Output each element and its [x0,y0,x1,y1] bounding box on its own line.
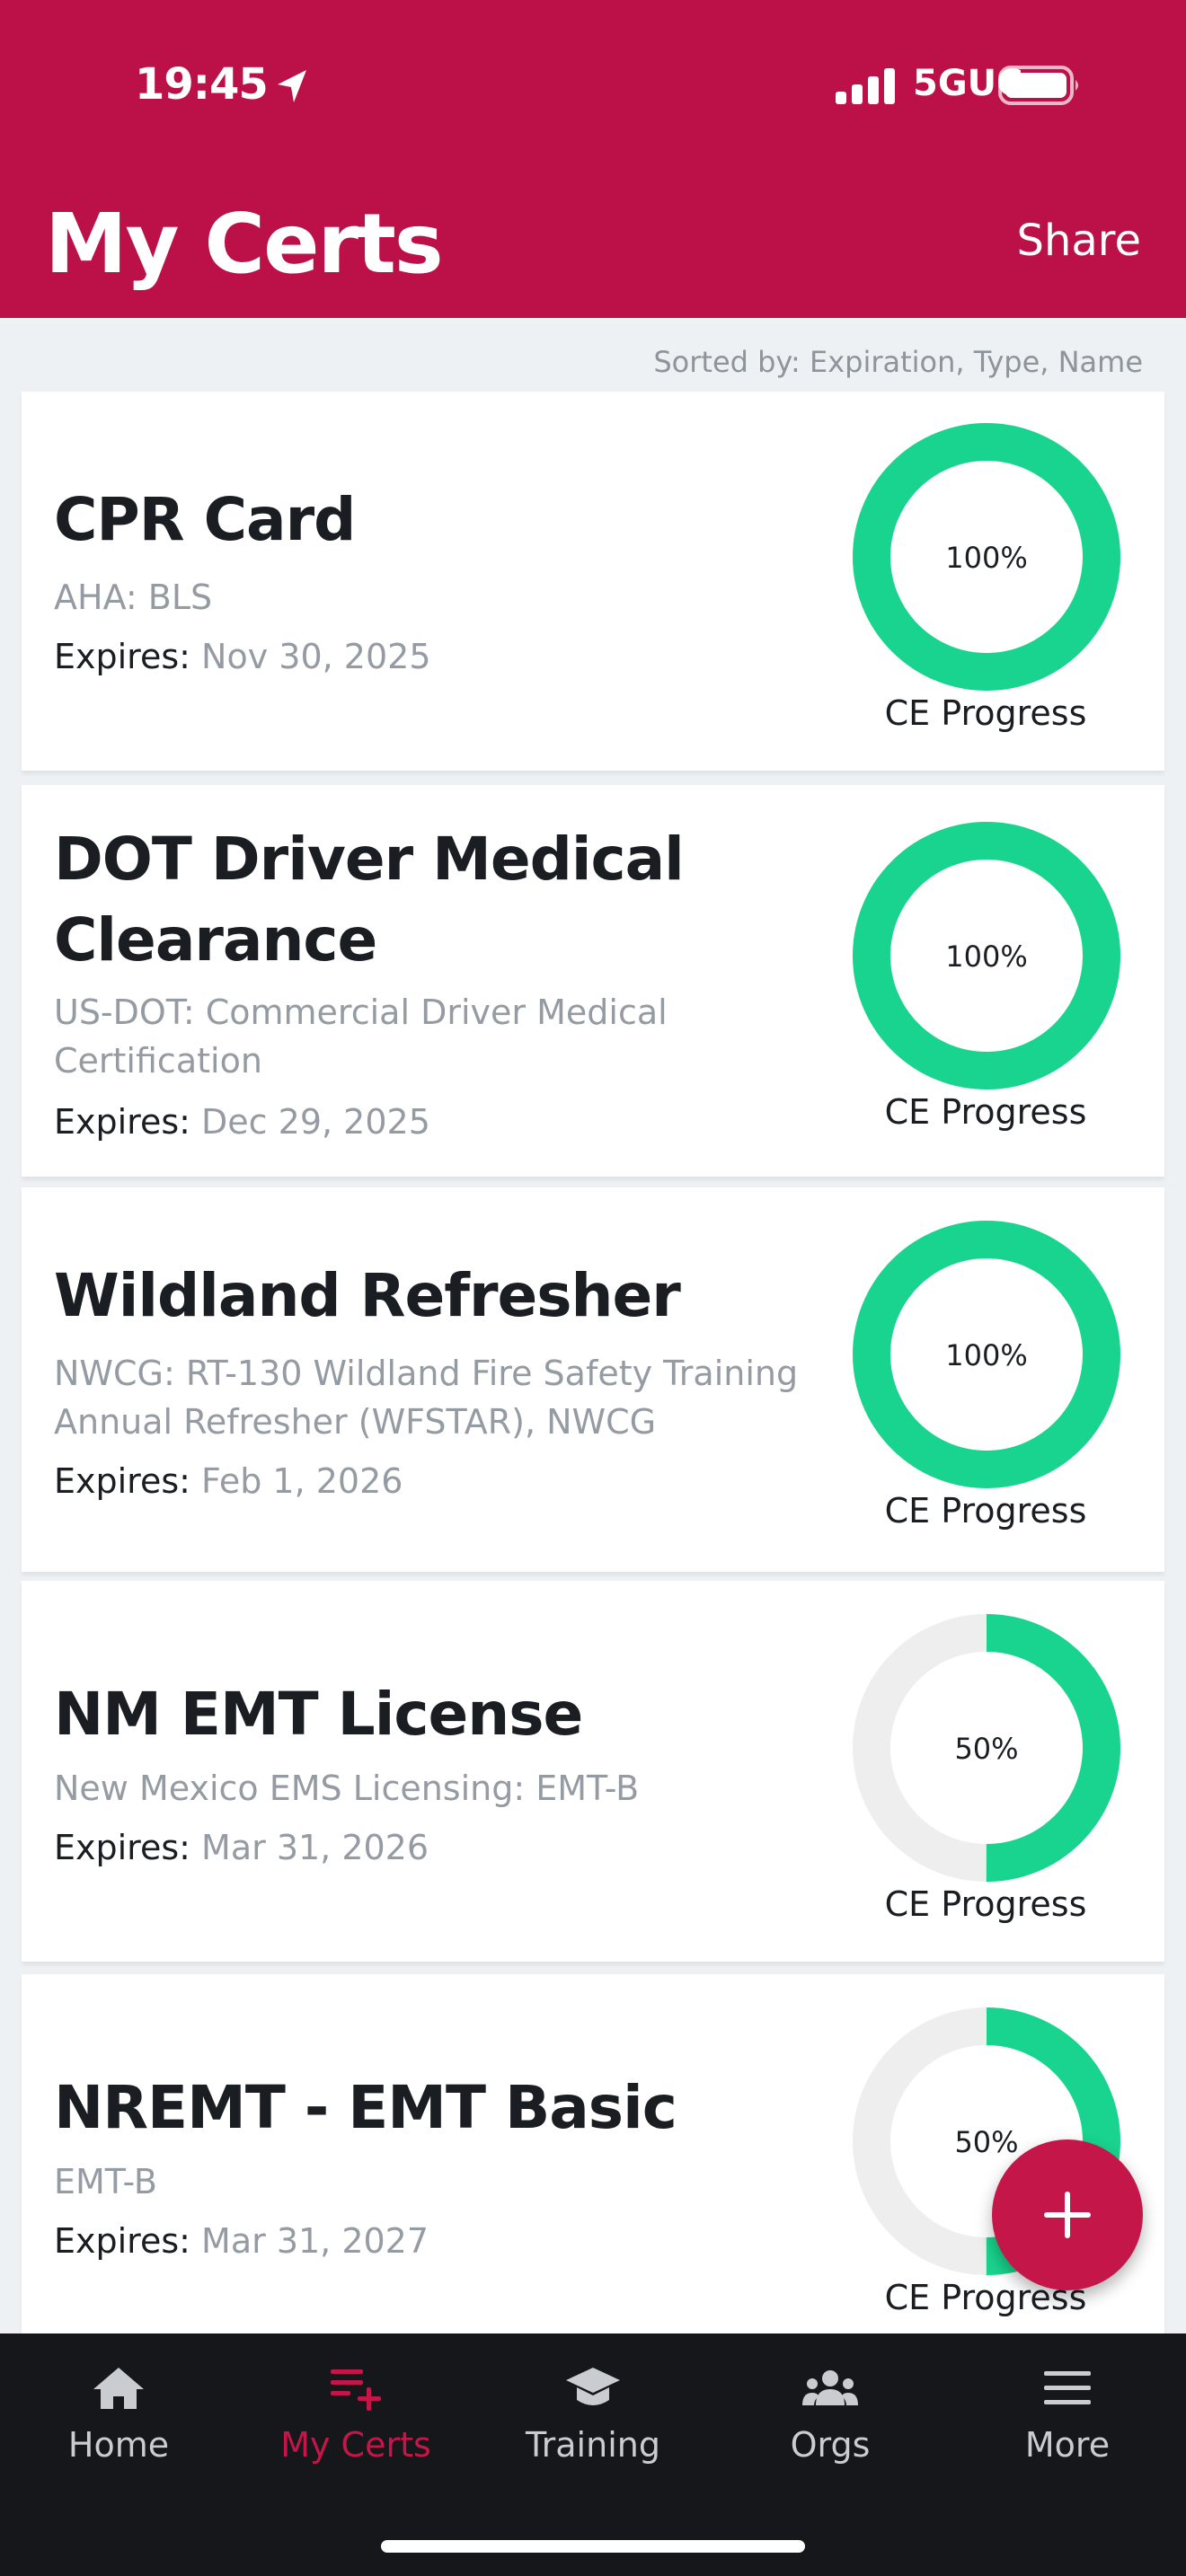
cert-expiry: Expires: Mar 31, 2026 [54,1823,429,1872]
certs-list-icon [331,2369,381,2411]
cert-title: Wildland Refresher [54,1261,681,1330]
ce-progress-label: CE Progress [884,1092,1087,1132]
progress-percent: 50% [954,2125,1018,2159]
cert-card[interactable]: NM EMT License New Mexico EMS Licensing:… [22,1581,1164,1962]
expires-label: Expires: [54,2221,190,2261]
ce-progress-label: CE Progress [884,1491,1087,1531]
plus-icon [1044,2192,1091,2238]
page-title: My Certs [45,196,444,292]
people-group-icon [802,2370,858,2405]
expires-date: Mar 31, 2026 [201,1828,429,1867]
cert-issuer: New Mexico EMS Licensing: EMT-B [54,1769,640,1808]
sort-note: Sorted by: Expiration, Type, Name [653,345,1143,379]
tab-label: More [1024,2425,1111,2465]
tab-more[interactable]: More [949,2364,1186,2481]
cellular-signal-icon [836,68,895,104]
cert-expiry: Expires: Nov 30, 2025 [54,632,431,681]
graduation-cap-icon [566,2368,620,2405]
cert-card[interactable]: CPR Card AHA: BLS Expires: Nov 30, 2025 … [22,392,1164,771]
battery-icon [998,66,1078,105]
ce-progress-ring: 100% [853,423,1120,691]
tab-my-certs[interactable]: My Certs [237,2364,474,2481]
share-button[interactable]: Share [1016,216,1141,266]
cert-title: NREMT - EMT Basic [54,2073,677,2142]
app-header: 19:45 5GUC My Certs Share [0,0,1186,318]
cert-expiry: Expires: Mar 31, 2027 [54,2217,429,2265]
add-cert-button[interactable] [992,2139,1143,2290]
expires-label: Expires: [54,637,190,676]
cert-issuer: EMT-B [54,2162,157,2201]
cert-title: NM EMT License [54,1680,583,1749]
cert-issuer: US-DOT: Commercial Driver Medical Certif… [54,992,668,1081]
cert-issuer: AHA: BLS [54,578,213,617]
cert-card[interactable]: NREMT - EMT Basic EMT-B Expires: Mar 31,… [22,1974,1164,2333]
cert-card[interactable]: DOT Driver Medical Clearance US-DOT: Com… [22,785,1164,1177]
tab-home[interactable]: Home [0,2364,237,2481]
ce-progress-label: CE Progress [884,693,1087,733]
expires-label: Expires: [54,1102,190,1142]
ce-progress-ring: 100% [853,1221,1120,1488]
expires-date: Dec 29, 2025 [201,1102,430,1142]
bottom-tab-bar: Home My Certs Training Orgs More [0,2333,1186,2576]
cert-expiry: Expires: Feb 1, 2026 [54,1457,403,1505]
location-arrow-icon [278,70,306,102]
progress-percent: 50% [954,1732,1018,1766]
progress-percent: 100% [945,541,1027,575]
cert-title: CPR Card [54,485,356,554]
menu-icon [1044,2371,1091,2404]
home-indicator[interactable] [381,2540,805,2553]
tab-training[interactable]: Training [474,2364,712,2481]
home-icon [93,2368,144,2409]
expires-date: Mar 31, 2027 [201,2221,429,2261]
expires-date: Feb 1, 2026 [201,1461,403,1501]
cert-card[interactable]: Wildland Refresher NWCG: RT-130 Wildland… [22,1187,1164,1572]
ce-progress-ring: 50% [853,1614,1120,1882]
expires-date: Nov 30, 2025 [201,637,431,676]
cert-issuer: NWCG: RT-130 Wildland Fire Safety Traini… [54,1354,799,1442]
tab-label: Home [67,2425,170,2465]
tab-label: My Certs [280,2425,431,2465]
tab-label: Orgs [790,2425,871,2465]
status-time: 19:45 [135,59,269,110]
ce-progress-label: CE Progress [884,1884,1087,1924]
tab-label: Training [526,2425,660,2465]
tab-orgs[interactable]: Orgs [712,2364,949,2481]
progress-percent: 100% [945,940,1027,974]
cert-title: DOT Driver Medical Clearance [54,825,685,975]
progress-percent: 100% [945,1338,1027,1372]
cert-expiry: Expires: Dec 29, 2025 [54,1098,430,1146]
expires-label: Expires: [54,1461,190,1501]
expires-label: Expires: [54,1828,190,1867]
ce-progress-ring: 100% [853,822,1120,1090]
